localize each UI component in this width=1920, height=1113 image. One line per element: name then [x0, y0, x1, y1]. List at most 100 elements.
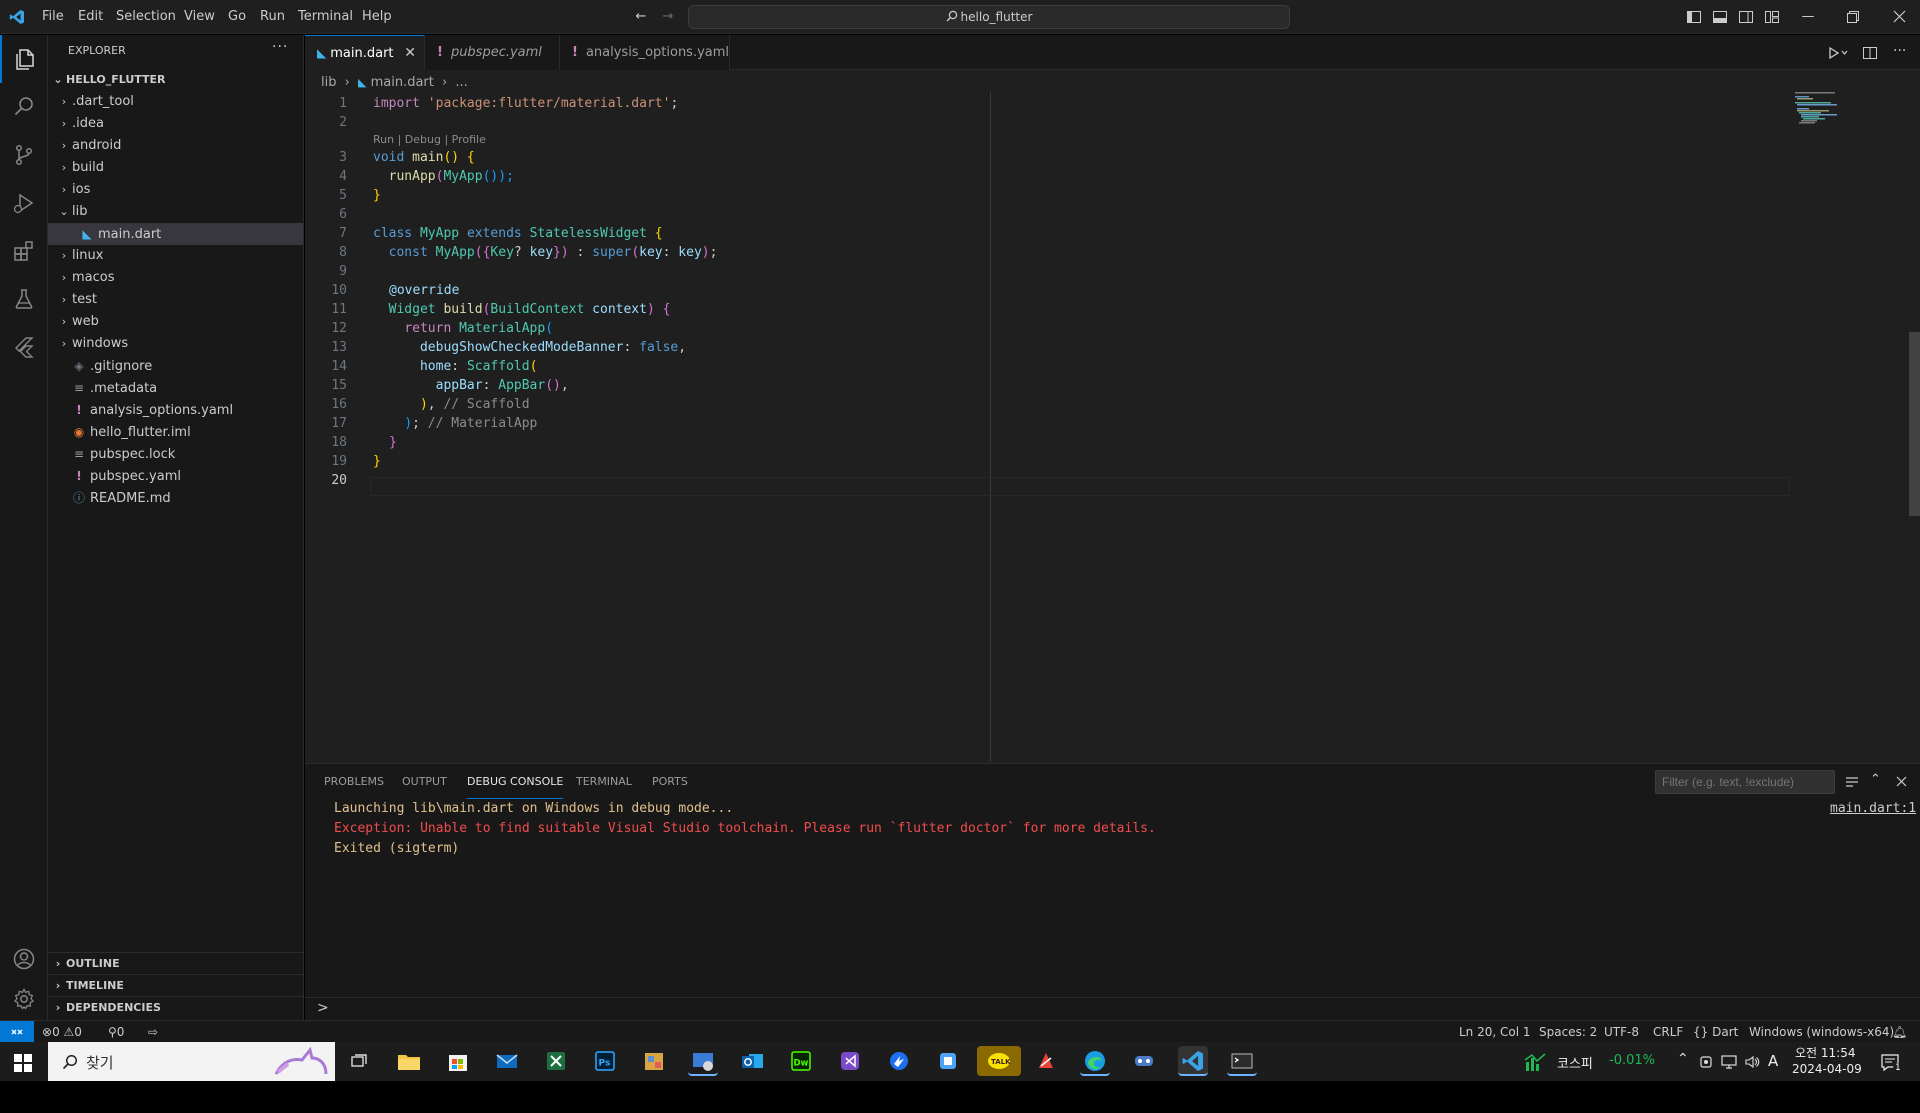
tree-item[interactable]: › web [48, 311, 303, 333]
tab-ports[interactable]: PORTS [652, 764, 688, 799]
encoding[interactable]: UTF-8 [1604, 1021, 1639, 1043]
tree-item[interactable]: ⌄ lib [48, 201, 303, 223]
input-method-indicator[interactable]: A [1768, 1052, 1778, 1070]
task-view-icon[interactable] [350, 1053, 368, 1071]
code-editor[interactable]: lib › ◣ main.dart › ... 1 2 3 4 5 6 7 8 … [305, 70, 1920, 763]
console-prompt-icon[interactable]: > [317, 1000, 329, 1016]
split-editor-icon[interactable] [1862, 45, 1878, 61]
minimap[interactable] [1795, 92, 1905, 152]
excel-taskbar-icon[interactable] [541, 1046, 571, 1076]
command-center-search[interactable]: hello_flutter [688, 5, 1290, 29]
indentation[interactable]: Spaces: 2 [1539, 1021, 1597, 1043]
vertical-scrollbar[interactable] [1909, 332, 1920, 516]
menu-help[interactable]: Help [355, 0, 399, 34]
visual-studio-taskbar-icon[interactable] [835, 1046, 865, 1076]
menu-view[interactable]: View [177, 0, 222, 34]
notifications-bell-icon[interactable]: 🔔︎ [1892, 1021, 1907, 1043]
tree-item[interactable]: ◉ hello_flutter.iml [48, 421, 303, 443]
messenger-taskbar-icon[interactable] [884, 1046, 914, 1076]
ports-indicator[interactable]: ⚲0 [108, 1021, 124, 1043]
clock-date[interactable]: 2024-04-09 [1792, 1062, 1862, 1076]
archive-tool-taskbar-icon[interactable] [639, 1046, 669, 1076]
problems-indicator[interactable]: ⊗0 ⚠0 [42, 1021, 82, 1043]
menu-run[interactable]: Run [253, 0, 292, 34]
app-window-taskbar-icon[interactable] [933, 1046, 963, 1076]
timeline-section[interactable]: › TIMELINE [48, 974, 303, 996]
tab-terminal[interactable]: TERMINAL [576, 764, 632, 799]
tree-item[interactable]: ◣ main.dart [48, 223, 303, 245]
close-tab-icon[interactable]: ✕ [404, 36, 416, 71]
tree-item[interactable]: › .dart_tool [48, 91, 303, 113]
outlook-taskbar-icon[interactable] [737, 1046, 767, 1076]
code-lens-run-debug-profile[interactable]: Run | Debug | Profile [373, 132, 486, 148]
run-debug-activity[interactable] [0, 179, 48, 227]
debug-console-filter-input[interactable] [1655, 770, 1835, 794]
explorer-activity[interactable] [0, 35, 48, 83]
language-mode[interactable]: {} Dart [1693, 1021, 1738, 1043]
menu-go[interactable]: Go [221, 0, 253, 34]
breadcrumb-file[interactable]: main.dart [371, 75, 434, 90]
breadcrumb-more[interactable]: ... [455, 75, 467, 90]
edge-browser-taskbar-icon[interactable] [1080, 1046, 1110, 1076]
tab-analysis-options-yaml[interactable]: ! analysis_options.yaml [560, 35, 730, 70]
mail-taskbar-icon[interactable] [492, 1046, 522, 1076]
remote-desktop-taskbar-icon[interactable] [688, 1046, 718, 1076]
photoshop-taskbar-icon[interactable]: Ps [590, 1046, 620, 1076]
menu-selection[interactable]: Selection [109, 0, 183, 34]
tab-debug-console[interactable]: DEBUG CONSOLE [467, 764, 564, 799]
clear-console-icon[interactable] [1845, 775, 1859, 789]
kakaotalk-taskbar-icon[interactable]: TALK [977, 1046, 1021, 1076]
end-of-line[interactable]: CRLF [1653, 1021, 1683, 1043]
tree-item[interactable]: ! pubspec.yaml [48, 465, 303, 487]
cursor-position[interactable]: Ln 20, Col 1 [1459, 1021, 1531, 1043]
close-window-icon[interactable] [1893, 10, 1906, 23]
menu-terminal[interactable]: Terminal [291, 0, 360, 34]
flutter-activity[interactable] [0, 323, 48, 371]
tree-item[interactable]: › build [48, 157, 303, 179]
remote-indicator[interactable] [0, 1021, 34, 1043]
windows-start-icon[interactable] [14, 1054, 32, 1072]
extensions-activity[interactable] [0, 227, 48, 275]
maximize-panel-icon[interactable]: ⌃ [1870, 772, 1881, 787]
outline-section[interactable]: › OUTLINE [48, 952, 303, 974]
terminal-taskbar-icon[interactable] [1227, 1046, 1257, 1076]
tray-app-icon[interactable] [1699, 1055, 1713, 1069]
toggle-panel-icon[interactable] [1712, 9, 1728, 25]
tab-output[interactable]: OUTPUT [402, 764, 447, 799]
source-control-activity[interactable] [0, 131, 48, 179]
stock-name[interactable]: 코스피 [1557, 1053, 1593, 1072]
tab-problems[interactable]: PROBLEMS [324, 764, 384, 799]
dependencies-section[interactable]: › DEPENDENCIES [48, 996, 303, 1018]
menu-file[interactable]: File [35, 0, 71, 34]
volume-icon[interactable] [1744, 1055, 1760, 1069]
device-selector[interactable]: Windows (windows-x64) [1749, 1021, 1894, 1043]
tree-item[interactable]: ≡ .metadata [48, 377, 303, 399]
customize-layout-icon[interactable] [1764, 9, 1780, 25]
breadcrumb-folder[interactable]: lib [321, 75, 336, 90]
tree-item[interactable]: › android [48, 135, 303, 157]
run-dart-icon[interactable] [1828, 46, 1848, 60]
vscode-taskbar-icon[interactable] [1178, 1046, 1208, 1076]
more-actions-icon[interactable]: ··· [272, 39, 288, 55]
tree-item[interactable]: ! analysis_options.yaml [48, 399, 303, 421]
stock-change[interactable]: -0.01% [1609, 1053, 1655, 1068]
tray-overflow-chevron-icon[interactable]: ⌃ [1677, 1051, 1689, 1067]
taskbar-search-box[interactable]: 찾기 [48, 1042, 335, 1081]
tree-item[interactable]: › .idea [48, 113, 303, 135]
tree-item[interactable]: › test [48, 289, 303, 311]
workspace-root[interactable]: ⌄ HELLO_FLUTTER [48, 69, 303, 91]
tree-item[interactable]: ◈ .gitignore [48, 355, 303, 377]
debug-status-icon[interactable]: ⇨ [148, 1021, 158, 1043]
editor-more-actions-icon[interactable]: ··· [1893, 43, 1906, 59]
game-app-taskbar-icon[interactable] [1129, 1046, 1159, 1076]
pdf-reader-taskbar-icon[interactable] [1031, 1046, 1061, 1076]
tree-item[interactable]: › windows [48, 333, 303, 355]
tab-main-dart[interactable]: ◣ main.dart ✕ [305, 35, 425, 71]
tree-item[interactable]: ⓘ README.md [48, 487, 303, 509]
toggle-secondary-sidebar-icon[interactable] [1738, 9, 1754, 25]
tree-item[interactable]: ≡ pubspec.lock [48, 443, 303, 465]
tab-pubspec-yaml[interactable]: ! pubspec.yaml [425, 35, 560, 70]
tree-item[interactable]: › linux [48, 245, 303, 267]
minimize-window-icon[interactable]: — [1800, 9, 1816, 25]
forward-arrow-icon[interactable]: → [660, 9, 676, 25]
